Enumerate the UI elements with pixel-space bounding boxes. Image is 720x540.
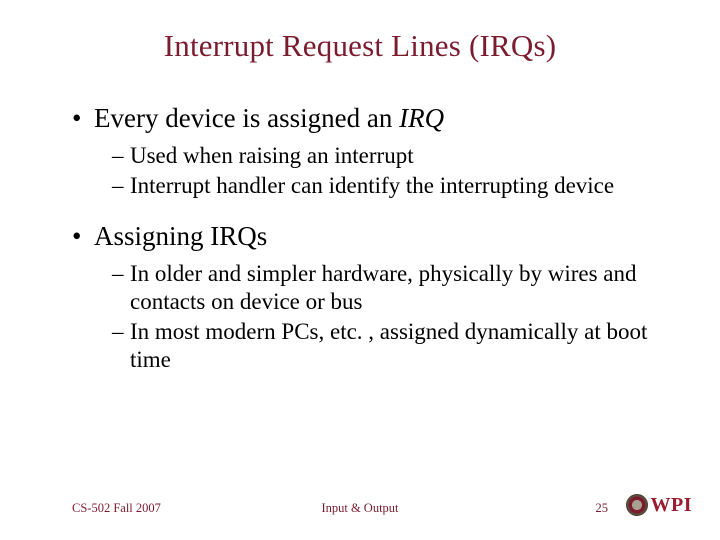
bullet-level2: – Used when raising an interrupt [72, 142, 660, 170]
bullet-level2: – Interrupt handler can identify the int… [72, 172, 660, 200]
bullet-dash-icon: – [112, 318, 130, 374]
footer-page-number: 25 [596, 501, 609, 516]
bullet-text: Every device is assigned an IRQ [94, 102, 660, 136]
footer-center: Input & Output [0, 501, 720, 516]
bullet-sub-text: In most modern PCs, etc. , assigned dyna… [130, 318, 660, 374]
bullet-sub-text: In older and simpler hardware, physicall… [130, 260, 660, 316]
wpi-logo-text: WPI [651, 494, 693, 517]
bullet-dot-icon: • [72, 220, 94, 254]
wpi-seal-icon [626, 494, 648, 516]
bullet-dash-icon: – [112, 172, 130, 200]
slide-footer: CS-502 Fall 2007 Input & Output 25 WPI [0, 486, 720, 516]
bullet-level1: • Assigning IRQs [72, 220, 660, 254]
bullet-level1: • Every device is assigned an IRQ [72, 102, 660, 136]
bullet-text-pre: Assigning IRQs [94, 221, 267, 251]
slide-title: Interrupt Request Lines (IRQs) [0, 0, 720, 82]
slide: Interrupt Request Lines (IRQs) • Every d… [0, 0, 720, 540]
bullet-text: Assigning IRQs [94, 220, 660, 254]
wpi-logo: WPI [626, 492, 693, 518]
bullet-sub-text: Used when raising an interrupt [130, 142, 660, 170]
bullet-sub-text: Interrupt handler can identify the inter… [130, 172, 660, 200]
bullet-dot-icon: • [72, 102, 94, 136]
bullet-level2: – In older and simpler hardware, physica… [72, 260, 660, 316]
bullet-text-pre: Every device is assigned an [94, 103, 399, 133]
slide-content: • Every device is assigned an IRQ – Used… [0, 102, 720, 374]
bullet-level2: – In most modern PCs, etc. , assigned dy… [72, 318, 660, 374]
bullet-dash-icon: – [112, 260, 130, 316]
bullet-dash-icon: – [112, 142, 130, 170]
bullet-text-em: IRQ [399, 103, 444, 133]
